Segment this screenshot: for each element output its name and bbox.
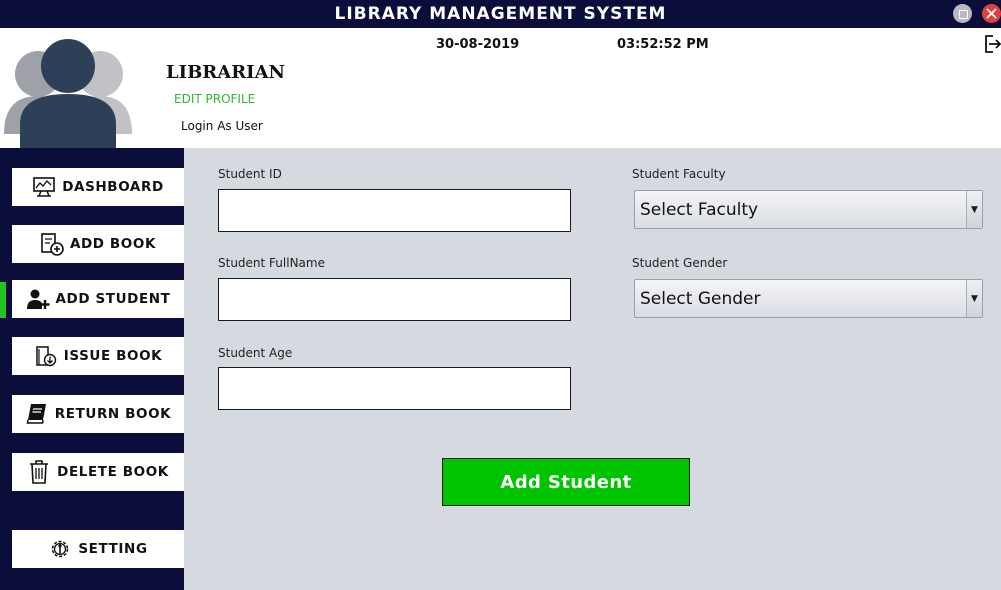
active-item-indicator: [0, 282, 6, 318]
sidebar-item-issue-book[interactable]: ISSUE BOOK: [12, 337, 184, 375]
student-fullname-input[interactable]: [218, 278, 571, 321]
sidebar-item-label: ADD STUDENT: [55, 291, 171, 307]
sidebar-item-label: ADD BOOK: [69, 236, 157, 252]
title-bar: LIBRARY MANAGEMENT SYSTEM: [0, 0, 1001, 28]
student-age-label: Student Age: [218, 346, 293, 360]
student-id-label: Student ID: [218, 167, 282, 181]
gender-selected-value: Select Gender: [640, 289, 761, 309]
close-icon[interactable]: [982, 4, 1001, 23]
issue-book-icon: [34, 344, 58, 368]
add-student-button[interactable]: Add Student: [442, 458, 690, 506]
sidebar-item-label: RETURN BOOK: [54, 406, 172, 422]
add-student-icon: [26, 287, 50, 311]
login-as-user-link[interactable]: Login As User: [181, 119, 263, 133]
student-faculty-label: Student Faculty: [632, 167, 726, 181]
sidebar-item-setting[interactable]: SETTING: [12, 530, 184, 568]
chevron-down-icon[interactable]: ▼: [966, 280, 982, 317]
sidebar-item-label: DELETE BOOK: [57, 464, 169, 480]
add-book-icon: [40, 232, 64, 256]
user-avatar-icon: [4, 39, 132, 148]
student-age-input[interactable]: [218, 367, 571, 410]
chevron-down-icon[interactable]: ▼: [966, 191, 982, 228]
trash-icon: [27, 460, 51, 484]
sidebar-item-add-student[interactable]: ADD STUDENT: [12, 280, 184, 318]
sidebar-item-dashboard[interactable]: DASHBOARD: [12, 168, 184, 206]
dashboard-icon: [32, 175, 56, 199]
profile-header: LIBRARIAN EDIT PROFILE Login As User 30-…: [0, 28, 1001, 148]
logout-icon[interactable]: [984, 34, 1001, 54]
return-book-icon: [25, 402, 49, 426]
student-fullname-label: Student FullName: [218, 256, 325, 270]
sidebar-item-label: SETTING: [78, 541, 148, 557]
sidebar-item-return-book[interactable]: RETURN BOOK: [12, 395, 184, 433]
faculty-selected-value: Select Faculty: [640, 200, 759, 220]
sidebar-item-label: DASHBOARD: [62, 179, 164, 195]
student-gender-select[interactable]: Select Gender ▼: [634, 279, 983, 318]
sidebar-nav: DASHBOARD ADD BOOK ADD STUDENT ISSUE BOO…: [0, 148, 184, 590]
current-time: 03:52:52 PM: [617, 37, 709, 52]
window-title: LIBRARY MANAGEMENT SYSTEM: [334, 4, 667, 24]
maximize-icon[interactable]: [953, 4, 972, 23]
edit-profile-link[interactable]: EDIT PROFILE: [174, 92, 255, 106]
student-gender-label: Student Gender: [632, 256, 728, 270]
student-faculty-select[interactable]: Select Faculty ▼: [634, 190, 983, 229]
add-student-form: Student ID Student FullName Student Age …: [184, 148, 1001, 590]
sidebar-item-add-book[interactable]: ADD BOOK: [12, 225, 184, 263]
sidebar-item-label: ISSUE BOOK: [63, 348, 163, 364]
sidebar-item-delete-book[interactable]: DELETE BOOK: [12, 453, 184, 491]
gear-icon: [48, 537, 72, 561]
user-role: LIBRARIAN: [166, 62, 286, 83]
current-date: 30-08-2019: [436, 37, 520, 52]
student-id-input[interactable]: [218, 189, 571, 232]
